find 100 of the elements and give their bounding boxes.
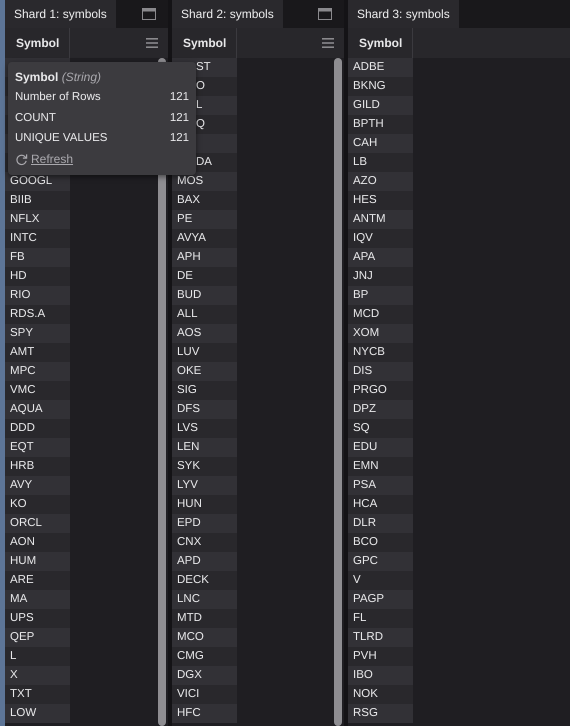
table-cell: BPTH (348, 115, 413, 134)
table-cell: BUD (172, 286, 237, 305)
table-cell: BCO (348, 533, 413, 552)
column-type: (String) (62, 70, 102, 84)
table-cell: DLR (348, 514, 413, 533)
stat-value: 121 (170, 131, 189, 146)
table-cell: OKE (172, 362, 237, 381)
table-cell: L (5, 647, 70, 666)
table-cell: RSG (348, 704, 413, 723)
table-cell: HCA (348, 495, 413, 514)
table-cell: MCO (172, 628, 237, 647)
table-cell: EQT (5, 438, 70, 457)
table-cell: HFC (172, 704, 237, 723)
table-cell: LYV (172, 476, 237, 495)
table-cell: VICI (172, 685, 237, 704)
table-cell: MTD (172, 609, 237, 628)
table-cell: DECK (172, 571, 237, 590)
table-cell: MPC (5, 362, 70, 381)
table-cell: EDU (348, 438, 413, 457)
stat-label: COUNT (15, 111, 56, 126)
table-cell: BAX (172, 191, 237, 210)
table-cell: SIG (172, 381, 237, 400)
table-cell: LVS (172, 419, 237, 438)
table-cell: LNC (172, 590, 237, 609)
table-cell: V (348, 571, 413, 590)
table-cell: APA (348, 248, 413, 267)
menu-icon (322, 38, 334, 48)
stat-label: UNIQUE VALUES (15, 131, 108, 146)
table-cell: SQ (348, 419, 413, 438)
stat-label: Number of Rows (15, 90, 101, 105)
table-cell: DPZ (348, 400, 413, 419)
table-cell: DE (172, 267, 237, 286)
table-cell: BKNG (348, 77, 413, 96)
table-cell: ANTM (348, 210, 413, 229)
window-icon (318, 8, 332, 20)
table-cell: DDD (5, 419, 70, 438)
table-cell: IQV (348, 229, 413, 248)
table-cell: HES (348, 191, 413, 210)
table-cell: EMN (348, 457, 413, 476)
table-cell: XOM (348, 324, 413, 343)
table-cell: PVH (348, 647, 413, 666)
table-cell: QEP (5, 628, 70, 647)
table-cell: HUM (5, 552, 70, 571)
table-cell: LB (348, 153, 413, 172)
table-cell: DGX (172, 666, 237, 685)
menu-button[interactable] (322, 38, 334, 48)
table-cell: UPS (5, 609, 70, 628)
table-cell: HRB (5, 457, 70, 476)
table-cell: AZO (348, 172, 413, 191)
table-cell: LOW (5, 704, 70, 723)
table-cell: APH (172, 248, 237, 267)
table-cell: RIO (5, 286, 70, 305)
table-cell: PSA (348, 476, 413, 495)
table-cell: ARE (5, 571, 70, 590)
menu-button[interactable] (146, 38, 158, 48)
scrollbar[interactable] (334, 58, 342, 726)
table-cell: PE (172, 210, 237, 229)
table-cell: AQUA (5, 400, 70, 419)
table-cell: ORCL (5, 514, 70, 533)
table-cell: LEN (172, 438, 237, 457)
table-cell: KO (5, 495, 70, 514)
table-cell: GILD (348, 96, 413, 115)
table-cell: BP (348, 286, 413, 305)
table-cell: MOS (172, 172, 237, 191)
table-cell: ADBE (348, 58, 413, 77)
table-cell: MCD (348, 305, 413, 324)
table-cell: DIS (348, 362, 413, 381)
table-cell: CNX (172, 533, 237, 552)
table-cell: AMT (5, 343, 70, 362)
table-cell: X (5, 666, 70, 685)
table-cell: PAGP (348, 590, 413, 609)
table-cell: AVY (5, 476, 70, 495)
table-cell: APD (172, 552, 237, 571)
panel-tab[interactable]: Shard 1: symbols (5, 0, 116, 28)
table-cell: PRGO (348, 381, 413, 400)
table-cell: FL (348, 609, 413, 628)
panel-tab[interactable]: Shard 2: symbols (172, 0, 283, 28)
table-cell: DFS (172, 400, 237, 419)
table-cell: GPC (348, 552, 413, 571)
table-cell: HUN (172, 495, 237, 514)
refresh-icon (15, 152, 28, 166)
table-cell: SYK (172, 457, 237, 476)
table-cell: TXT (5, 685, 70, 704)
table-cell: TLRD (348, 628, 413, 647)
table-cell: NFLX (5, 210, 70, 229)
table-cell: AVYA (172, 229, 237, 248)
table-cell: ALL (172, 305, 237, 324)
window-icon (142, 8, 156, 20)
table-cell: MA (5, 590, 70, 609)
table-cell: INTC (5, 229, 70, 248)
table-cell: HD (5, 267, 70, 286)
tooltip-title: Symbol (15, 70, 58, 84)
refresh-link[interactable]: Refresh (31, 152, 74, 166)
table-cell: VMC (5, 381, 70, 400)
table-cell: FB (5, 248, 70, 267)
panel-tab[interactable]: Shard 3: symbols (348, 0, 459, 28)
table-cell: SPY (5, 324, 70, 343)
table-cell: NYCB (348, 343, 413, 362)
table-cell: NOK (348, 685, 413, 704)
table-cell: BIIB (5, 191, 70, 210)
